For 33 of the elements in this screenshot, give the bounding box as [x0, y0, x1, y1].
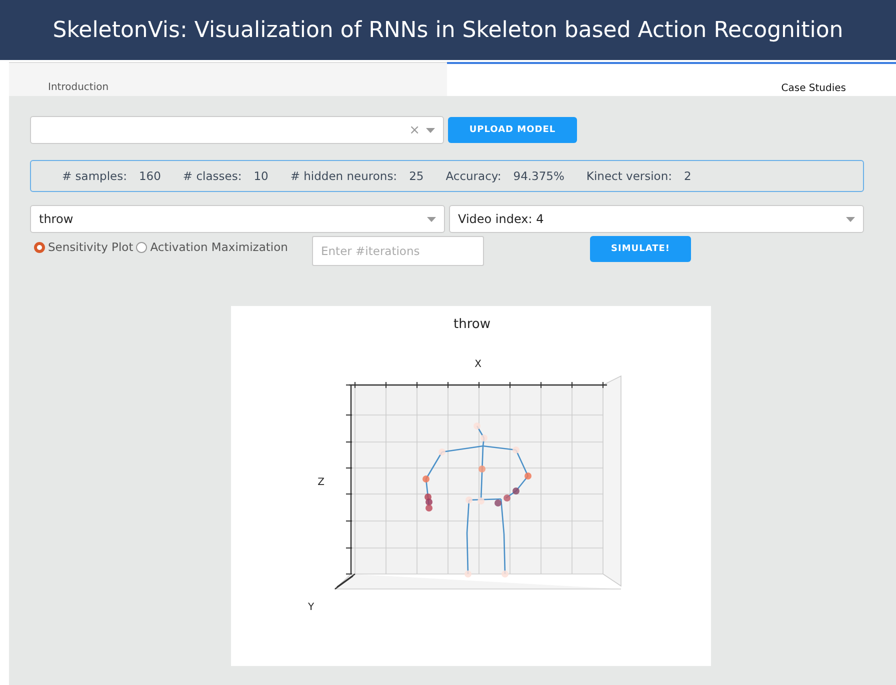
- stat-label: # classes:: [182, 169, 242, 183]
- joint-marker: [504, 494, 510, 502]
- tab[interactable]: Introduction: [9, 62, 447, 96]
- stat-label: Accuracy:: [446, 169, 502, 183]
- joint-marker: [480, 434, 488, 442]
- joint-marker: [494, 500, 502, 506]
- action-dropdown[interactable]: throw: [30, 205, 445, 233]
- app-title: SkeletonVis: Visualization of RNNs in Skeleton based Action Recognition: [52, 18, 844, 42]
- video-dropdown[interactable]: Video index: 4: [449, 205, 864, 233]
- joint-marker: [474, 422, 480, 430]
- caret-icon: [427, 216, 436, 222]
- axis-label: Y: [308, 602, 314, 613]
- caret-icon: [846, 216, 855, 222]
- joint-marker: [502, 570, 508, 578]
- radio-button[interactable]: [136, 242, 148, 252]
- stat-value: 25: [409, 169, 424, 183]
- stat-label: # samples:: [62, 169, 127, 183]
- axis-label: Z: [318, 477, 324, 488]
- iterations-field[interactable]: Enter #iterations: [312, 236, 484, 266]
- axis-label: X: [474, 359, 482, 370]
- joint-marker: [464, 570, 472, 578]
- caret-icon: [426, 128, 435, 132]
- joint-marker: [512, 488, 520, 494]
- stat-value: 10: [254, 169, 268, 183]
- radio-button[interactable]: [34, 242, 45, 252]
- stat-value: 160: [138, 169, 161, 183]
- radio-option[interactable]: Activation Maximization: [136, 240, 288, 254]
- stat-value: 2: [684, 169, 692, 183]
- plot-title: throw: [454, 317, 490, 332]
- stat-value: 94.375%: [513, 169, 564, 183]
- radio-option[interactable]: Sensitivity Plot: [34, 240, 134, 254]
- stat-label: Kinect version:: [586, 169, 672, 183]
- stat-label: # hidden neurons:: [290, 169, 398, 183]
